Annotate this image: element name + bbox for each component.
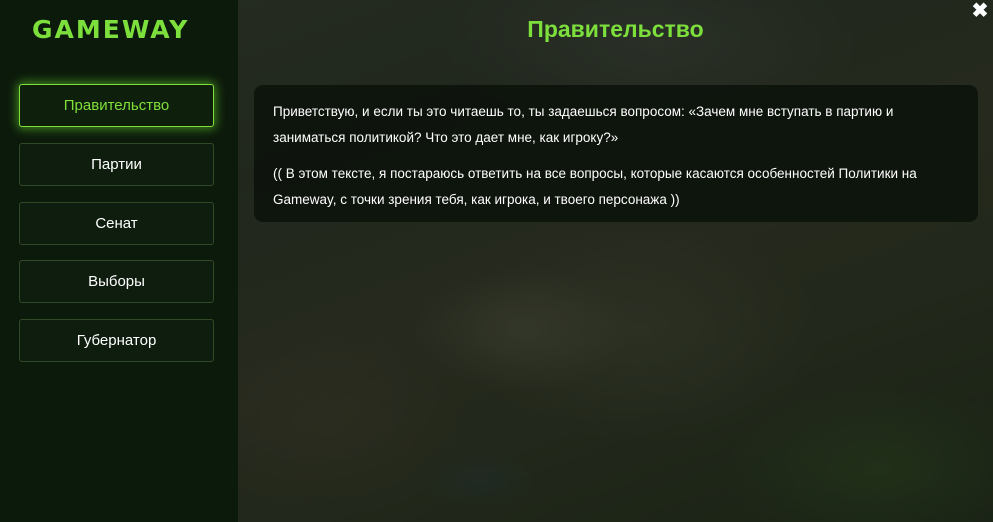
sidebar-item-government[interactable]: Правительство	[19, 84, 214, 127]
sidebar-item-senate[interactable]: Сенат	[19, 202, 214, 245]
note-paragraph: (( В этом тексте, я постараюсь ответить …	[273, 166, 917, 207]
sidebar: GAMEWAY Правительство Партии Сенат Выбор…	[0, 0, 238, 522]
sidebar-item-label: Правительство	[63, 97, 170, 114]
close-icon[interactable]: ✖	[970, 1, 990, 21]
sidebar-item-governor[interactable]: Губернатор	[19, 319, 214, 362]
sidebar-item-label: Сенат	[95, 215, 138, 232]
sidebar-item-label: Выборы	[88, 273, 145, 290]
sidebar-item-parties[interactable]: Партии	[19, 143, 214, 186]
sidebar-item-label: Партии	[91, 156, 142, 173]
page-title: Правительство	[527, 16, 704, 42]
sidebar-item-elections[interactable]: Выборы	[19, 260, 214, 303]
intro-paragraph: Приветствую, и если ты это читаешь то, т…	[273, 104, 894, 145]
content-card: Приветствую, и если ты это читаешь то, т…	[254, 85, 978, 222]
gameway-logo: GAMEWAY	[32, 15, 190, 44]
sidebar-item-label: Губернатор	[76, 332, 157, 349]
